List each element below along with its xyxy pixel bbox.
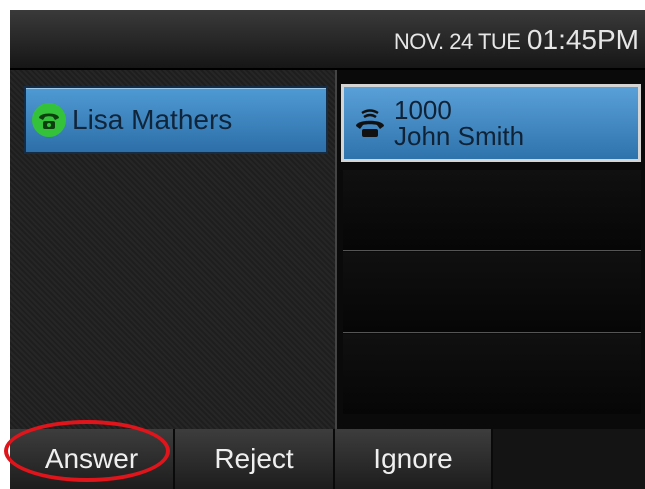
caller-number: 1000	[394, 95, 452, 125]
call-slot-empty	[343, 170, 641, 251]
caller-name: John Smith	[394, 121, 525, 151]
incoming-call-item[interactable]: 1000 John Smith	[341, 84, 641, 162]
phone-ringing-icon	[350, 103, 390, 143]
date-text: NOV. 24 TUE	[393, 29, 521, 54]
status-bar: NOV. 24 TUE 01:45PM	[10, 10, 645, 70]
phone-screen: NOV. 24 TUE 01:45PM Lisa Mathers 1000 Jo…	[10, 10, 645, 489]
date-time: NOV. 24 TUE 01:45PM	[394, 24, 639, 56]
line-key-lisa-mathers[interactable]: Lisa Mathers	[24, 86, 328, 154]
call-slot-empty	[343, 334, 641, 414]
call-slot-empty	[343, 252, 641, 333]
calls-panel: 1000 John Smith	[335, 70, 645, 429]
line-key-label: Lisa Mathers	[72, 104, 233, 135]
ignore-button[interactable]: Ignore	[335, 429, 493, 489]
line-presence-icon	[32, 103, 66, 137]
answer-highlight-ring	[4, 420, 170, 482]
line-keys-panel: Lisa Mathers	[10, 70, 335, 429]
reject-button[interactable]: Reject	[175, 429, 335, 489]
time-text: 01:45PM	[526, 24, 639, 55]
